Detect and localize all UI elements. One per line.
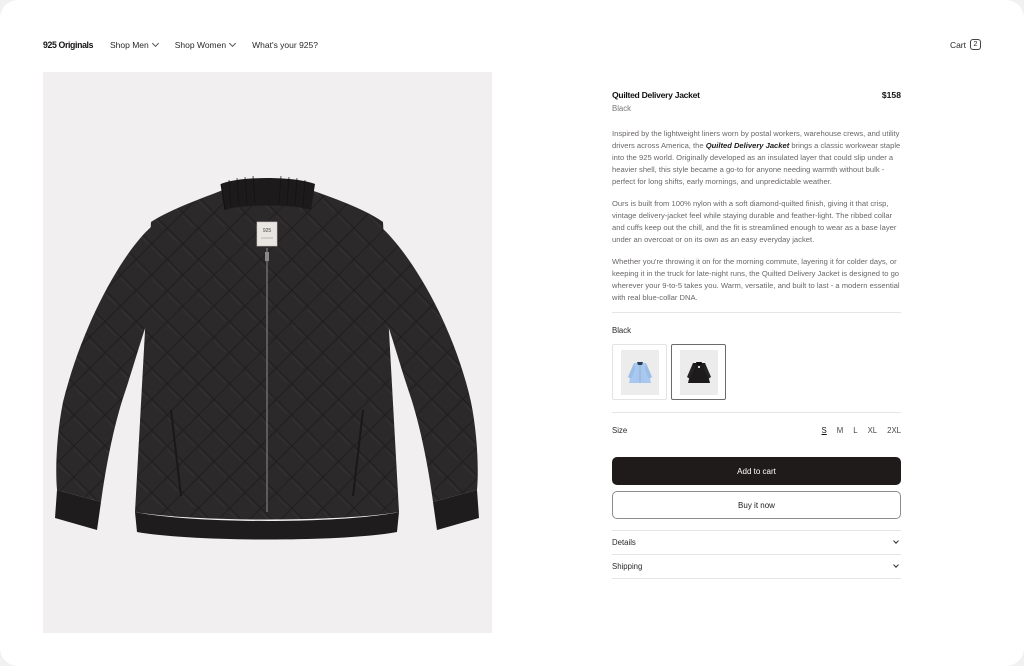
add-to-cart-button[interactable]: Add to cart — [612, 457, 901, 485]
page-frame: 925 Originals Shop Men Shop Women What's… — [0, 0, 1024, 666]
nav-shop-men[interactable]: Shop Men — [110, 39, 159, 50]
title-row: Quilted Delivery Jacket $158 — [612, 90, 901, 100]
description-paragraph: Inspired by the lightweight liners worn … — [612, 128, 901, 188]
divider — [612, 312, 901, 313]
size-option-2xl[interactable]: 2XL — [887, 426, 901, 435]
logo[interactable]: 925 Originals — [43, 40, 93, 51]
size-option-xl[interactable]: XL — [868, 426, 878, 435]
size-selector: Size S M L XL 2XL — [612, 426, 901, 435]
swatch-image — [620, 349, 659, 395]
chevron-down-icon — [151, 39, 159, 48]
product-variant: Black — [612, 104, 632, 113]
nav-label: What's your 925? — [252, 40, 318, 50]
nav-label: Shop Women — [174, 40, 227, 50]
divider — [612, 412, 901, 413]
size-option-l[interactable]: L — [853, 426, 857, 435]
chevron-down-icon — [893, 538, 899, 544]
swatch-black[interactable] — [671, 344, 726, 400]
nav-whats-your-925[interactable]: What's your 925? — [252, 40, 318, 50]
swatch-light-blue[interactable] — [612, 344, 667, 400]
description-paragraph: Ours is built from 100% nylon with a sof… — [612, 199, 897, 244]
chevron-down-icon — [229, 39, 237, 48]
jacket-image: 925 — [55, 175, 479, 540]
product-info: Quilted Delivery Jacket $158 Black Inspi… — [612, 90, 901, 579]
jacket-thumbnail-black — [686, 362, 711, 383]
svg-text:925: 925 — [263, 228, 272, 234]
chevron-down-icon — [893, 562, 899, 568]
size-option-m[interactable]: M — [837, 426, 844, 435]
swatch-image — [679, 349, 718, 395]
accordion-shipping[interactable]: Shipping — [612, 555, 901, 579]
cart-label: Cart — [949, 39, 966, 50]
accordion-details[interactable]: Details — [612, 531, 901, 555]
product-image[interactable]: 925 — [43, 72, 492, 633]
color-label: Black — [612, 326, 632, 335]
accordion-label: Details — [612, 538, 636, 547]
cart-count-badge: 2 — [970, 39, 981, 50]
nav-label: Shop Men — [110, 40, 149, 50]
description-emphasis: Quilted Delivery Jacket — [705, 141, 790, 150]
site-header: 925 Originals Shop Men Shop Women What's… — [0, 0, 1024, 72]
main-nav: Shop Men Shop Women What's your 925? — [110, 39, 318, 50]
product-title: Quilted Delivery Jacket — [612, 90, 700, 100]
description-paragraph: Whether you're throwing it on for the mo… — [612, 257, 900, 302]
nav-shop-women[interactable]: Shop Women — [174, 39, 237, 50]
size-options: S M L XL 2XL — [822, 426, 901, 435]
jacket-thumbnail-blue — [627, 362, 652, 383]
product-description: Inspired by the lightweight liners worn … — [612, 128, 901, 304]
size-label: Size — [612, 426, 628, 435]
product-accordion: Details Shipping — [612, 530, 901, 579]
size-option-s[interactable]: S — [822, 426, 827, 435]
color-swatches — [612, 344, 901, 400]
buy-it-now-button[interactable]: Buy it now — [612, 491, 901, 519]
product-price: $158 — [881, 90, 901, 100]
cart-button[interactable]: Cart 2 — [950, 39, 981, 50]
accordion-label: Shipping — [612, 562, 643, 571]
